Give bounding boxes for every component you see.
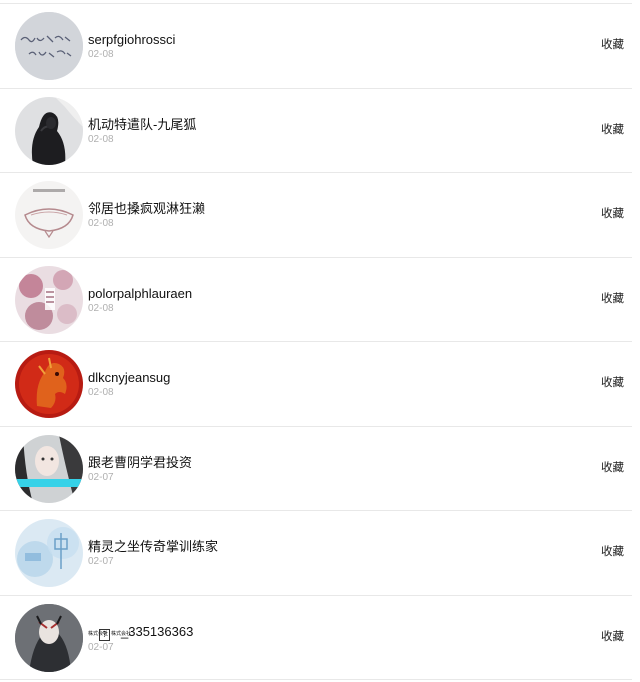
user-name: 株式会社? 株式会社_335136363 <box>88 624 193 641</box>
favorite-button[interactable]: 收藏 <box>601 630 624 644</box>
user-name: 邻居也搡疯观淋狂濑 <box>88 201 206 216</box>
avatar[interactable] <box>15 181 83 249</box>
user-name: polorpalphlauraen <box>88 285 193 301</box>
list-item[interactable]: serpfgiohrossci 02-08 收藏 <box>0 4 632 89</box>
post-date: 02-07 <box>88 641 114 653</box>
question-mark-icon: ? <box>99 628 110 641</box>
user-name: 跟老曹阴学君投资 <box>88 454 193 470</box>
favorite-button[interactable]: 收藏 <box>601 123 624 137</box>
list-item[interactable]: 精灵之坐传奇掌训练家 02-07 收藏 <box>0 511 632 596</box>
favorite-button[interactable]: 收藏 <box>601 292 624 306</box>
list-item[interactable]: 跟老曹阴学君投资 02-07 收藏 <box>0 427 632 511</box>
post-date: 02-08 <box>88 218 114 229</box>
post-date: 02-08 <box>88 387 114 398</box>
favorite-button[interactable]: 收藏 <box>601 545 624 559</box>
post-date: 02-07 <box>88 556 114 567</box>
avatar[interactable] <box>15 350 83 418</box>
favorite-button[interactable]: 收藏 <box>601 207 624 221</box>
avatar[interactable] <box>15 96 83 165</box>
user-name: 精灵之坐传奇掌训练家 <box>88 539 219 554</box>
avatar[interactable] <box>15 265 83 334</box>
favorite-button[interactable]: 收藏 <box>601 376 624 390</box>
favorite-button[interactable]: 收藏 <box>601 38 624 52</box>
post-date: 02-08 <box>88 49 114 60</box>
list-item[interactable]: 机动特遣队-九尾狐 02-08 收藏 <box>0 89 632 173</box>
avatar[interactable] <box>15 603 83 672</box>
favorite-button[interactable]: 收藏 <box>601 461 624 475</box>
user-name-text: _335136363 <box>121 623 194 639</box>
post-date: 02-08 <box>88 302 114 314</box>
name-prefix: 株式会社 <box>88 630 109 637</box>
avatar[interactable] <box>15 519 83 587</box>
name-prefix-repeat: 株式会社 <box>111 630 132 637</box>
post-date: 02-08 <box>88 133 114 145</box>
user-name: dlkcnyjeansug <box>88 370 171 385</box>
post-date: 02-07 <box>88 471 114 483</box>
list-item[interactable]: polorpalphlauraen 02-08 收藏 <box>0 258 632 342</box>
avatar[interactable] <box>15 12 83 80</box>
list-item[interactable]: 邻居也搡疯观淋狂濑 02-08 收藏 <box>0 173 632 258</box>
user-name: serpfgiohrossci <box>88 32 176 47</box>
avatar[interactable] <box>15 434 83 503</box>
user-list: serpfgiohrossci 02-08 收藏 机动特遣队-九尾狐 02-08 <box>0 4 632 680</box>
user-name: 机动特遣队-九尾狐 <box>88 116 197 132</box>
list-item[interactable]: dlkcnyjeansug 02-08 收藏 <box>0 342 632 427</box>
favorites-list-screen: serpfgiohrossci 02-08 收藏 机动特遣队-九尾狐 02-08 <box>0 0 640 682</box>
list-item[interactable]: 株式会社? 株式会社_335136363 02-07 收藏 <box>0 596 632 680</box>
